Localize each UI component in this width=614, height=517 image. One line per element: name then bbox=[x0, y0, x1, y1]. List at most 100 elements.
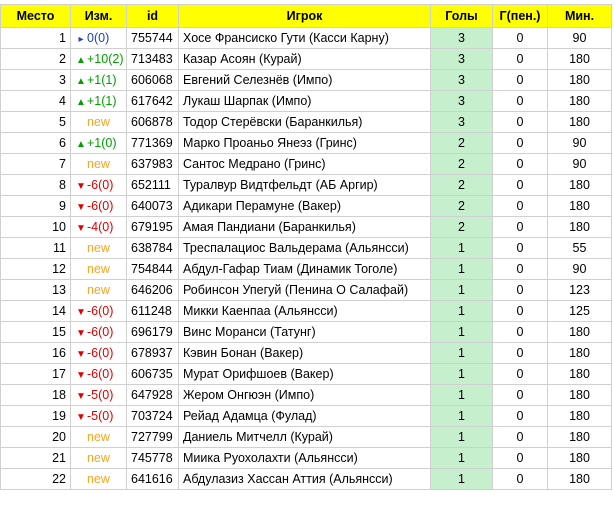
id-cell[interactable]: 611248 bbox=[126, 300, 179, 322]
goals-cell[interactable]: 2 bbox=[430, 132, 493, 154]
goals-cell[interactable]: 3 bbox=[430, 69, 493, 91]
table-row[interactable]: 10 ▼-4(0) 679195 Амая Пандиани (Баранкилья)… bbox=[0, 216, 612, 238]
header-change[interactable]: Изм. bbox=[70, 4, 127, 28]
table-row[interactable]: 6 ▲+1(0) 771369 Марко Проаньо Янеэз (Гринс)… bbox=[0, 132, 612, 154]
player-cell[interactable]: Казар Асоян (Курай) bbox=[178, 48, 431, 70]
id-cell[interactable]: 606878 bbox=[126, 111, 179, 133]
player-cell[interactable]: Абдул-Гафар Тиам (Динамик Тоголе) bbox=[178, 258, 431, 280]
table-row[interactable]: 7 new 637983 Сантос Медрано (Гринс) 2 0 90 bbox=[0, 153, 612, 175]
table-row[interactable]: 17 ▼-6(0) 606735 Мурат Орифшоев (Вакер) 1 0 18… bbox=[0, 363, 612, 385]
goals-cell[interactable]: 2 bbox=[430, 195, 493, 217]
change-cell[interactable]: new bbox=[70, 111, 127, 133]
id-cell[interactable]: 745778 bbox=[126, 447, 179, 469]
rank-cell[interactable]: 20 bbox=[0, 426, 71, 448]
penalty-goals-cell[interactable]: 0 bbox=[492, 405, 548, 427]
table-row[interactable]: 21 new 745778 Миика Руохолахти (Альянсси) 1 0… bbox=[0, 447, 612, 469]
penalty-goals-cell[interactable]: 0 bbox=[492, 300, 548, 322]
minutes-cell[interactable]: 125 bbox=[547, 300, 612, 322]
goals-cell[interactable]: 2 bbox=[430, 153, 493, 175]
penalty-goals-cell[interactable]: 0 bbox=[492, 363, 548, 385]
goals-cell[interactable]: 2 bbox=[430, 174, 493, 196]
table-row[interactable]: 2 ▲+10(2) 713483 Казар Асоян (Курай) 3 0 180 bbox=[0, 48, 612, 70]
goals-cell[interactable]: 1 bbox=[430, 447, 493, 469]
change-cell[interactable]: ▲+1(1) bbox=[70, 69, 127, 91]
goals-cell[interactable]: 1 bbox=[430, 258, 493, 280]
table-row[interactable]: 13 new 646206 Робинсон Упегуй (Пенина О Сал… bbox=[0, 279, 612, 301]
id-cell[interactable]: 638784 bbox=[126, 237, 179, 259]
player-cell[interactable]: Туралвур Видтфельдт (АБ Аргир) bbox=[178, 174, 431, 196]
player-cell[interactable]: Амая Пандиани (Баранкилья) bbox=[178, 216, 431, 238]
table-row[interactable]: 11 new 638784 Треспалациос Вальдерама (Алья… bbox=[0, 237, 612, 259]
rank-cell[interactable]: 3 bbox=[0, 69, 71, 91]
rank-cell[interactable]: 10 bbox=[0, 216, 71, 238]
change-cell[interactable]: ▼-6(0) bbox=[70, 195, 127, 217]
change-cell[interactable]: new bbox=[70, 447, 127, 469]
minutes-cell[interactable]: 180 bbox=[547, 468, 612, 490]
change-cell[interactable]: ▼-6(0) bbox=[70, 363, 127, 385]
penalty-goals-cell[interactable]: 0 bbox=[492, 447, 548, 469]
id-cell[interactable]: 647928 bbox=[126, 384, 179, 406]
minutes-cell[interactable]: 123 bbox=[547, 279, 612, 301]
id-cell[interactable]: 678937 bbox=[126, 342, 179, 364]
table-row[interactable]: 12 new 754844 Абдул-Гафар Тиам (Динамик Тог… bbox=[0, 258, 612, 280]
minutes-cell[interactable]: 180 bbox=[547, 69, 612, 91]
table-row[interactable]: 14 ▼-6(0) 611248 Микки Каенпаа (Альянсси) 1 0… bbox=[0, 300, 612, 322]
rank-cell[interactable]: 5 bbox=[0, 111, 71, 133]
player-cell[interactable]: Лукаш Шарпак (Импо) bbox=[178, 90, 431, 112]
change-cell[interactable]: ▲+10(2) bbox=[70, 48, 127, 70]
change-cell[interactable]: ▸ 0(0) bbox=[70, 27, 127, 49]
change-cell[interactable]: ▲+1(0) bbox=[70, 132, 127, 154]
table-row[interactable]: 5 new 606878 Тодор Стерёвски (Баранкилья) 3 0… bbox=[0, 111, 612, 133]
id-cell[interactable]: 755744 bbox=[126, 27, 179, 49]
rank-cell[interactable]: 19 bbox=[0, 405, 71, 427]
goals-cell[interactable]: 1 bbox=[430, 426, 493, 448]
goals-cell[interactable]: 3 bbox=[430, 90, 493, 112]
goals-cell[interactable]: 1 bbox=[430, 363, 493, 385]
player-cell[interactable]: Микки Каенпаа (Альянсси) bbox=[178, 300, 431, 322]
change-cell[interactable]: new bbox=[70, 237, 127, 259]
penalty-goals-cell[interactable]: 0 bbox=[492, 216, 548, 238]
penalty-goals-cell[interactable]: 0 bbox=[492, 342, 548, 364]
rank-cell[interactable]: 2 bbox=[0, 48, 71, 70]
table-row[interactable]: 20 new 727799 Даниель Митчелл (Курай) 1 0 180 bbox=[0, 426, 612, 448]
id-cell[interactable]: 679195 bbox=[126, 216, 179, 238]
table-row[interactable]: 1 ▸ 0(0) 755744 Хосе Франсиско Гути (Касси К… bbox=[0, 27, 612, 49]
goals-cell[interactable]: 3 bbox=[430, 111, 493, 133]
id-cell[interactable]: 754844 bbox=[126, 258, 179, 280]
change-cell[interactable]: new bbox=[70, 468, 127, 490]
penalty-goals-cell[interactable]: 0 bbox=[492, 258, 548, 280]
rank-cell[interactable]: 7 bbox=[0, 153, 71, 175]
player-cell[interactable]: Треспалациос Вальдерама (Альянсси) bbox=[178, 237, 431, 259]
player-cell[interactable]: Винс Моранси (Татунг) bbox=[178, 321, 431, 343]
rank-cell[interactable]: 12 bbox=[0, 258, 71, 280]
penalty-goals-cell[interactable]: 0 bbox=[492, 48, 548, 70]
change-cell[interactable]: ▼-4(0) bbox=[70, 216, 127, 238]
rank-cell[interactable]: 18 bbox=[0, 384, 71, 406]
change-cell[interactable]: ▼-6(0) bbox=[70, 300, 127, 322]
penalty-goals-cell[interactable]: 0 bbox=[492, 384, 548, 406]
minutes-cell[interactable]: 180 bbox=[547, 447, 612, 469]
minutes-cell[interactable]: 180 bbox=[547, 48, 612, 70]
minutes-cell[interactable]: 180 bbox=[547, 384, 612, 406]
minutes-cell[interactable]: 180 bbox=[547, 321, 612, 343]
rank-cell[interactable]: 16 bbox=[0, 342, 71, 364]
penalty-goals-cell[interactable]: 0 bbox=[492, 111, 548, 133]
table-row[interactable]: 22 new 641616 Абдулазиз Хассан Аттия (Альян… bbox=[0, 468, 612, 490]
minutes-cell[interactable]: 180 bbox=[547, 405, 612, 427]
header-goals[interactable]: Голы bbox=[430, 4, 493, 28]
change-cell[interactable]: new bbox=[70, 426, 127, 448]
header-rank[interactable]: Место bbox=[0, 4, 71, 28]
header-minutes[interactable]: Мин. bbox=[547, 4, 612, 28]
minutes-cell[interactable]: 55 bbox=[547, 237, 612, 259]
player-cell[interactable]: Кэвин Бонан (Вакер) bbox=[178, 342, 431, 364]
table-row[interactable]: 4 ▲+1(1) 617642 Лукаш Шарпак (Импо) 3 0 180 bbox=[0, 90, 612, 112]
player-cell[interactable]: Тодор Стерёвски (Баранкилья) bbox=[178, 111, 431, 133]
minutes-cell[interactable]: 90 bbox=[547, 132, 612, 154]
rank-cell[interactable]: 22 bbox=[0, 468, 71, 490]
minutes-cell[interactable]: 180 bbox=[547, 363, 612, 385]
rank-cell[interactable]: 14 bbox=[0, 300, 71, 322]
table-row[interactable]: 15 ▼-6(0) 696179 Винс Моранси (Татунг) 1 0 180 bbox=[0, 321, 612, 343]
goals-cell[interactable]: 3 bbox=[430, 27, 493, 49]
rank-cell[interactable]: 15 bbox=[0, 321, 71, 343]
penalty-goals-cell[interactable]: 0 bbox=[492, 321, 548, 343]
